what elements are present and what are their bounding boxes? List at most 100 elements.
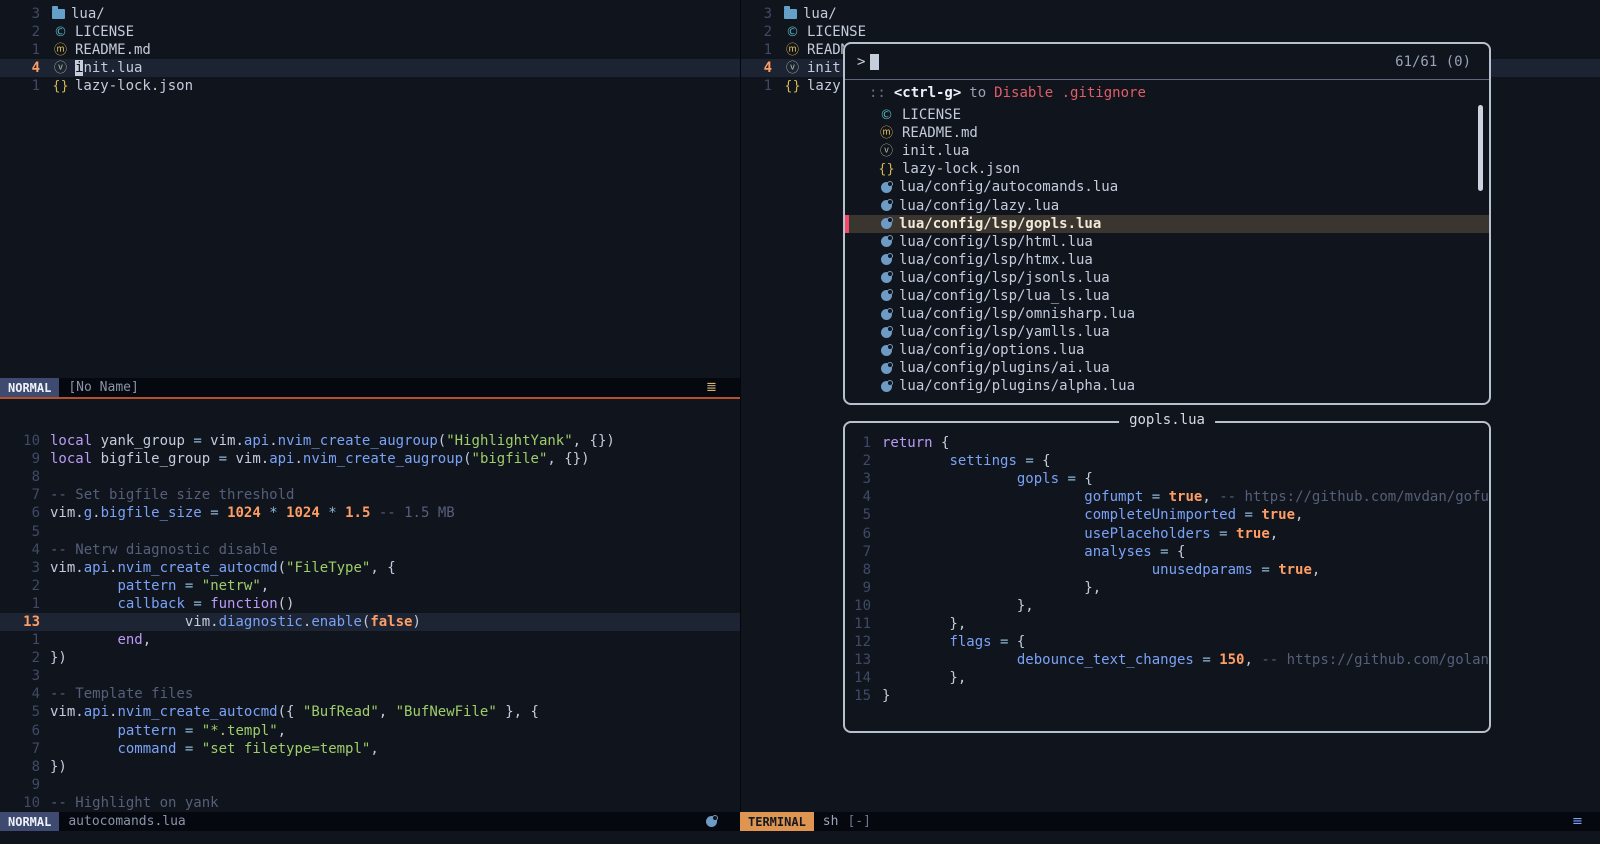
prompt-wrap: > <box>857 54 879 70</box>
picker-item[interactable]: lua/config/options.lua <box>845 341 1489 359</box>
folder-icon <box>52 9 65 19</box>
file-label: lua/ <box>71 6 105 22</box>
code-line[interactable]: 10local yank_group = vim.api.nvim_create… <box>0 432 740 450</box>
pane-divider <box>740 0 741 812</box>
init-icon: ⓥ <box>52 62 69 75</box>
lua-icon <box>881 236 892 247</box>
code-text: pattern = "netrw", <box>50 578 269 594</box>
file-label: lua/config/plugins/alpha.lua <box>899 378 1135 394</box>
line-number: 5 <box>0 704 40 720</box>
picker-item[interactable]: ⓥinit.lua <box>845 142 1489 160</box>
line-number: 9 <box>0 451 40 467</box>
neovim-screen: 3lua/2©LICENSE1ⓜREADME.md4ⓥinit.lua1{}la… <box>0 0 1600 844</box>
code-text: }, <box>882 598 1034 614</box>
line-number: 6 <box>0 505 40 521</box>
code-line[interactable]: 9local bigfile_group = vim.api.nvim_crea… <box>0 450 740 468</box>
code-line[interactable]: 3vim.api.nvim_create_autocmd("FileType",… <box>0 559 740 577</box>
line-number: 9 <box>845 580 871 596</box>
picker-item[interactable]: lua/config/lsp/htmx.lua <box>845 251 1489 269</box>
picker-item[interactable]: ©LICENSE <box>845 106 1489 124</box>
line-number: 5 <box>845 507 871 523</box>
line-number: 10 <box>845 598 871 614</box>
file-label: lua/config/lsp/htmx.lua <box>899 252 1093 268</box>
line-number: 8 <box>845 562 871 578</box>
lua-icon <box>881 327 892 338</box>
tree-item[interactable]: 3lua/ <box>0 5 740 23</box>
picker-item[interactable]: lua/config/lsp/omnisharp.lua <box>845 305 1489 323</box>
json-icon: {} <box>52 80 69 93</box>
code-text: unusedparams = true, <box>882 562 1320 578</box>
tree-item[interactable]: 2©LICENSE <box>0 23 740 41</box>
buffer-name: [No Name] <box>68 380 138 395</box>
code-text: }, <box>882 580 1101 596</box>
readme-icon: ⓜ <box>52 44 69 57</box>
code-line[interactable]: 6vim.g.bigfile_size = 1024 * 1024 * 1.5 … <box>0 504 740 522</box>
license-icon: © <box>52 26 69 39</box>
picker-scrollbar[interactable] <box>1478 105 1483 191</box>
picker-item[interactable]: lua/config/plugins/alpha.lua <box>845 377 1489 395</box>
line-number: 4 <box>741 60 772 76</box>
code-line[interactable]: 9 <box>0 776 740 794</box>
code-line[interactable]: 2 pattern = "netrw", <box>0 577 740 595</box>
line-number: 2 <box>0 578 40 594</box>
code-line[interactable]: 1 callback = function() <box>0 595 740 613</box>
line-number: 14 <box>845 670 871 686</box>
code-line: 14 }, <box>845 669 1489 687</box>
picker-item[interactable]: lua/config/lazy.lua <box>845 196 1489 214</box>
line-number: 2 <box>0 650 40 666</box>
fzf-prompt-input[interactable]: > 61/61 (0) <box>845 44 1489 80</box>
code-text: completeUnimported = true, <box>882 507 1303 523</box>
code-line[interactable]: 8 <box>0 468 740 486</box>
code-line[interactable]: 7 command = "set filetype=templ", <box>0 740 740 758</box>
picker-item[interactable]: lua/config/lsp/jsonls.lua <box>845 269 1489 287</box>
line-number: 2 <box>845 453 871 469</box>
picker-item[interactable]: lua/config/plugins/ai.lua <box>845 359 1489 377</box>
picker-item[interactable]: lua/config/lsp/html.lua <box>845 233 1489 251</box>
lua-icon <box>881 345 892 356</box>
line-number: 2 <box>0 24 40 40</box>
code-line[interactable]: 4-- Netrw diagnostic disable <box>0 541 740 559</box>
code-line: 4 gofumpt = true, -- https://github.com/… <box>845 488 1489 506</box>
code-line[interactable]: 7-- Set bigfile size threshold <box>0 486 740 504</box>
file-label: README.md <box>75 42 151 58</box>
code-line[interactable]: 5 <box>0 522 740 540</box>
line-number: 3 <box>0 668 40 684</box>
code-text: usePlaceholders = true, <box>882 526 1278 542</box>
lua-icon <box>881 200 892 211</box>
code-line[interactable]: 3 <box>0 667 740 685</box>
code-line[interactable]: 8}) <box>0 758 740 776</box>
hint-mid-text: to <box>969 85 986 101</box>
picker-item[interactable]: lua/config/autocomands.lua <box>845 178 1489 196</box>
tree-item[interactable]: 1ⓜREADME.md <box>0 41 740 59</box>
code-line[interactable]: 6 pattern = "*.templ", <box>0 722 740 740</box>
picker-item[interactable]: {}lazy-lock.json <box>845 160 1489 178</box>
line-number: 12 <box>845 634 871 650</box>
code-line[interactable]: 10-- Highlight on yank <box>0 794 740 812</box>
code-text: vim.api.nvim_create_autocmd({ "BufRead",… <box>50 704 539 720</box>
code-buffer-autocommands: 10local yank_group = vim.api.nvim_create… <box>0 399 740 812</box>
tree-item[interactable]: 4ⓥinit.lua <box>0 59 740 77</box>
tree-item[interactable]: 1{}lazy-lock.json <box>0 77 740 95</box>
line-number: 2 <box>741 24 772 40</box>
tree-item[interactable]: 3lua/ <box>741 5 1600 23</box>
line-number: 9 <box>0 777 40 793</box>
lua-icon <box>881 290 892 301</box>
file-label: lua/config/lsp/jsonls.lua <box>899 270 1110 286</box>
code-line[interactable]: 4-- Template files <box>0 685 740 703</box>
code-line[interactable]: 13 vim.diagnostic.enable(false) <box>0 613 740 631</box>
picker-item[interactable]: lua/config/lsp/lua_ls.lua <box>845 287 1489 305</box>
code-line[interactable]: 2}) <box>0 649 740 667</box>
tree-item[interactable]: 2©LICENSE <box>741 23 1600 41</box>
code-text: callback = function() <box>50 596 294 612</box>
folder-icon <box>784 9 797 19</box>
line-number: 6 <box>845 526 871 542</box>
code-line[interactable]: 5 vim.api.nvim_create_autocmd({ "BufRead"… <box>0 703 740 721</box>
file-label: lua/ <box>803 6 837 22</box>
code-text: gofumpt = true, -- https://github.com/mv… <box>882 489 1489 505</box>
picker-item[interactable]: lua/config/lsp/gopls.lua <box>845 215 1489 233</box>
code-text: local yank_group = vim.api.nvim_create_a… <box>50 433 615 449</box>
file-label: lua/config/plugins/ai.lua <box>899 360 1110 376</box>
picker-item[interactable]: lua/config/lsp/yamlls.lua <box>845 323 1489 341</box>
picker-item[interactable]: ⓜREADME.md <box>845 124 1489 142</box>
code-line[interactable]: 1 end, <box>0 631 740 649</box>
